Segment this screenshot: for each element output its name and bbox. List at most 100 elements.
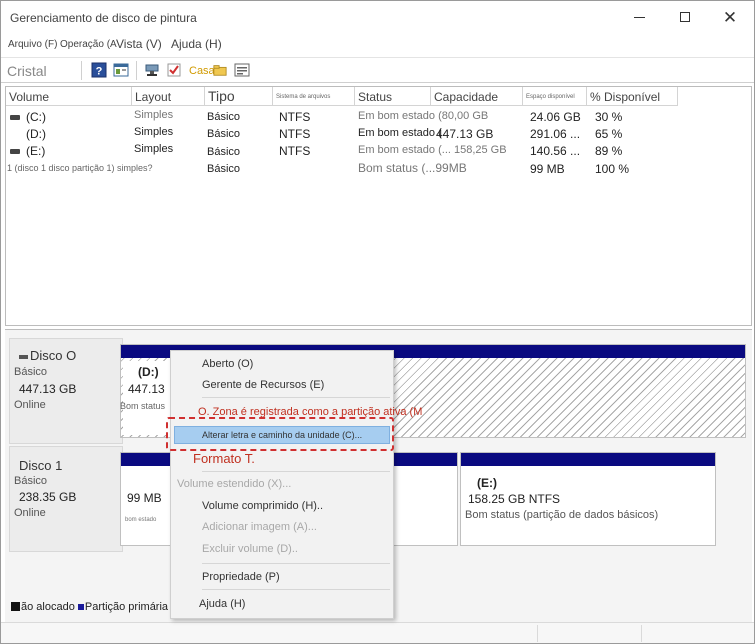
partition-e[interactable]: (E:) 158.25 GB NTFS Bom status (partição… bbox=[460, 452, 716, 546]
menu-separator bbox=[202, 471, 390, 472]
disk-0-state: Online bbox=[14, 399, 46, 411]
menu-bar: Arquivo (F) Operação (A Vista (V) Ajuda … bbox=[1, 35, 754, 53]
drive-icon bbox=[10, 149, 20, 155]
maximize-button[interactable] bbox=[663, 5, 707, 29]
partition-e-size: 158.25 GB NTFS bbox=[468, 492, 561, 506]
disk-1-size: 238.35 GB bbox=[19, 490, 77, 504]
menu-separator bbox=[202, 397, 390, 398]
minimize-icon bbox=[633, 16, 645, 18]
menu-help-item[interactable]: Ajuda (H) bbox=[171, 598, 393, 610]
folder-icon[interactable] bbox=[213, 62, 227, 78]
column-header-percent-free[interactable]: % Disponível bbox=[587, 87, 678, 106]
volume-percent: 30 % bbox=[595, 110, 623, 124]
column-header-capacity[interactable]: Capacidade bbox=[431, 87, 523, 106]
volume-percent: 65 % bbox=[595, 127, 623, 141]
toolbar-label: Cristal bbox=[7, 63, 47, 79]
column-header-free-space[interactable]: Espaço disponível bbox=[523, 87, 587, 106]
volume-free: 291.06 ... bbox=[530, 127, 581, 141]
menu-open[interactable]: Aberto (O) bbox=[171, 358, 393, 370]
column-header-filesystem[interactable]: Sistema de arquivos bbox=[273, 87, 355, 106]
unallocated-swatch bbox=[11, 602, 20, 611]
menu-shrink-volume[interactable]: Volume comprimido (H).. bbox=[171, 500, 393, 512]
menu-format[interactable]: Formato T. bbox=[171, 451, 393, 466]
drive-icon bbox=[10, 115, 20, 121]
help-icon[interactable]: ? bbox=[91, 62, 107, 78]
volume-status: Bom status (...99MB bbox=[358, 161, 467, 175]
highlight-annotation bbox=[166, 417, 394, 451]
partition-e-label: (E:) bbox=[477, 476, 497, 490]
status-bar bbox=[1, 622, 754, 643]
menu-help[interactable]: Ajuda (H) bbox=[171, 37, 222, 51]
status-separator bbox=[641, 625, 642, 642]
volume-free: 140.56 ... bbox=[530, 144, 581, 158]
volume-filesystem: NTFS bbox=[279, 144, 311, 158]
primary-swatch bbox=[77, 604, 84, 610]
partition-header bbox=[461, 453, 715, 466]
disk-1-label[interactable]: Disco 1 Básico 238.35 GB Online bbox=[9, 446, 123, 552]
casa-label[interactable]: Casa bbox=[189, 65, 215, 77]
disk-0-size: 447.13 GB bbox=[19, 382, 77, 396]
menu-add-mirror[interactable]: Adicionar imagem (A)... bbox=[171, 521, 393, 533]
volume-percent: 100 % bbox=[595, 162, 630, 176]
volume-type: Básico bbox=[207, 146, 241, 158]
volume-capacity: 447.13 GB bbox=[436, 127, 494, 141]
disk-1-title: Disco 1 bbox=[19, 458, 63, 473]
volume-type: Básico bbox=[207, 163, 241, 175]
volume-name: (E:) bbox=[10, 144, 45, 158]
disk-0-label[interactable]: Disco O Básico 447.13 GB Online bbox=[9, 338, 123, 444]
disk-1-state: Online bbox=[14, 507, 46, 519]
volume-type: Básico bbox=[207, 128, 241, 140]
menu-action[interactable]: Operação (A bbox=[60, 39, 117, 50]
column-header-volume[interactable]: Volume bbox=[6, 87, 132, 106]
toolbar-separator bbox=[81, 61, 82, 80]
volume-layout: Simples bbox=[134, 126, 174, 138]
volume-type: Básico bbox=[207, 111, 241, 123]
volume-list: Volume Layout Tipo Sistema de arquivos S… bbox=[5, 86, 752, 326]
volume-filesystem: NTFS bbox=[279, 127, 311, 141]
svg-text:?: ? bbox=[96, 66, 103, 78]
volume-status: Em bom estado (... 158,25 GB bbox=[358, 144, 507, 156]
toolbar-separator bbox=[136, 61, 137, 80]
volume-filesystem: NTFS bbox=[279, 110, 311, 124]
volume-name: (D:) bbox=[26, 127, 46, 141]
disk-0-title: Disco O bbox=[19, 348, 76, 363]
volume-layout: Simples bbox=[134, 143, 174, 155]
minimize-button[interactable] bbox=[617, 5, 661, 29]
menu-extend-volume[interactable]: Volume estendido (X)... bbox=[171, 478, 393, 490]
legend: ão alocado Partição primária bbox=[11, 601, 168, 613]
volume-free: 99 MB bbox=[530, 162, 565, 176]
column-header-type[interactable]: Tipo bbox=[205, 87, 273, 106]
console-icon[interactable] bbox=[113, 62, 129, 78]
volume-status: Em bom estado (80,00 GB bbox=[358, 110, 489, 122]
menu-delete-volume[interactable]: Excluir volume (D).. bbox=[171, 543, 393, 555]
connect-icon[interactable] bbox=[144, 62, 160, 78]
title-bar: Gerenciamento de disco de pintura ✕ bbox=[1, 1, 754, 33]
menu-separator bbox=[202, 589, 390, 590]
menu-file[interactable]: Arquivo (F) bbox=[8, 39, 57, 50]
disk-icon bbox=[19, 354, 28, 359]
menu-properties[interactable]: Propriedade (P) bbox=[171, 571, 393, 583]
volume-status: Em bom estado ( bbox=[358, 127, 442, 139]
volume-layout: Simples bbox=[134, 109, 174, 121]
volume-percent: 89 % bbox=[595, 144, 623, 158]
close-button[interactable]: ✕ bbox=[708, 5, 752, 29]
disk-management-window: Gerenciamento de disco de pintura ✕ Arqu… bbox=[0, 0, 755, 644]
maximize-icon bbox=[680, 12, 690, 22]
disk-1-type: Básico bbox=[14, 475, 48, 487]
menu-separator bbox=[202, 563, 390, 564]
properties-icon[interactable] bbox=[234, 62, 250, 78]
volume-name: (C:) bbox=[10, 110, 46, 124]
window-title: Gerenciamento de disco de pintura bbox=[10, 11, 197, 25]
context-menu: Aberto (O) Gerente de Recursos (E) O. Zo… bbox=[170, 350, 422, 619]
partition-e-status: Bom status (partição de dados básicos) bbox=[465, 509, 659, 521]
column-header-layout[interactable]: Layout bbox=[132, 87, 205, 106]
partition-efi-size: 99 MB bbox=[127, 491, 162, 505]
volume-free: 24.06 GB bbox=[530, 110, 581, 124]
column-header-status[interactable]: Status bbox=[355, 87, 431, 106]
partition-d-info: (D:) 447.13 Bom status bbox=[120, 361, 171, 435]
menu-explorer[interactable]: Gerente de Recursos (E) bbox=[171, 379, 393, 391]
partition-d-size: 447.13 bbox=[128, 382, 165, 396]
menu-view[interactable]: Vista (V) bbox=[116, 37, 162, 51]
status-separator bbox=[537, 625, 538, 642]
check-icon[interactable] bbox=[166, 62, 182, 78]
